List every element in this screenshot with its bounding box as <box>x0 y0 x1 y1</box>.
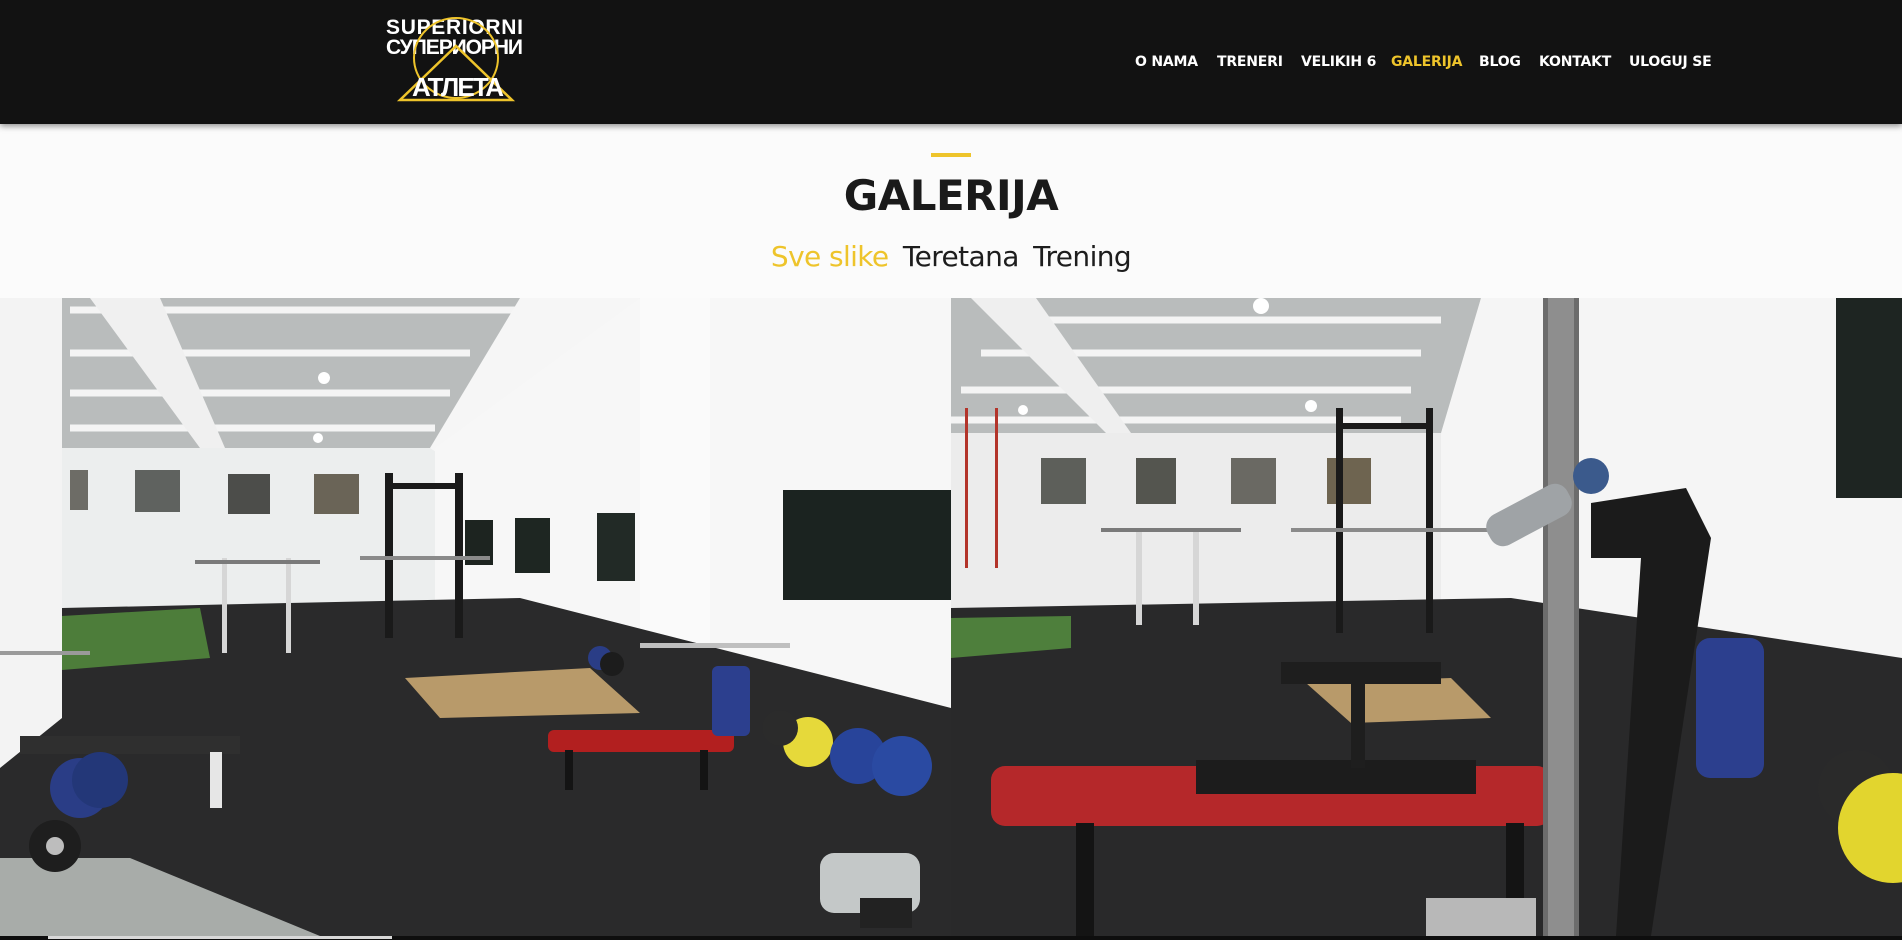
gallery-photo-gym-interior[interactable] <box>0 298 951 936</box>
filter-teretana[interactable]: Teretana <box>903 240 1020 273</box>
gym-interior-photo-icon <box>0 298 951 936</box>
gallery-filters: Sve slike Teretana Trening <box>0 240 1902 273</box>
filter-trening[interactable]: Trening <box>1033 240 1132 273</box>
gallery-scroll-indicator <box>48 936 392 939</box>
gallery-heading-section: GALERIJA Sve slike Teretana Trening <box>0 124 1902 298</box>
gallery-photo-bench-closeup[interactable] <box>951 298 1902 936</box>
site-header: SUPERIORNI СУПЕРИОРНИ АТЛЕТА O NAMA TREN… <box>0 0 1902 124</box>
filter-sve-slike[interactable]: Sve slike <box>771 240 889 273</box>
nav-item-galerija[interactable]: GALERIJA <box>1391 54 1462 70</box>
nav-item-o-nama[interactable]: O NAMA <box>1135 54 1198 70</box>
gym-bench-closeup-photo-icon <box>951 298 1902 936</box>
nav-item-treneri[interactable]: TRENERI <box>1217 54 1283 70</box>
photo-gallery <box>0 298 1902 940</box>
nav-item-velikih-6[interactable]: VELIKIH 6 <box>1301 54 1376 70</box>
title-accent-line <box>931 153 971 157</box>
main-nav: O NAMA TRENERI VELIKIH 6 GALERIJA BLOG K… <box>0 54 1902 78</box>
nav-item-blog[interactable]: BLOG <box>1479 54 1521 70</box>
page-title: GALERIJA <box>843 171 1059 220</box>
nav-item-kontakt[interactable]: KONTAKT <box>1539 54 1611 70</box>
nav-item-uloguj-se[interactable]: ULOGUJ SE <box>1629 54 1712 70</box>
